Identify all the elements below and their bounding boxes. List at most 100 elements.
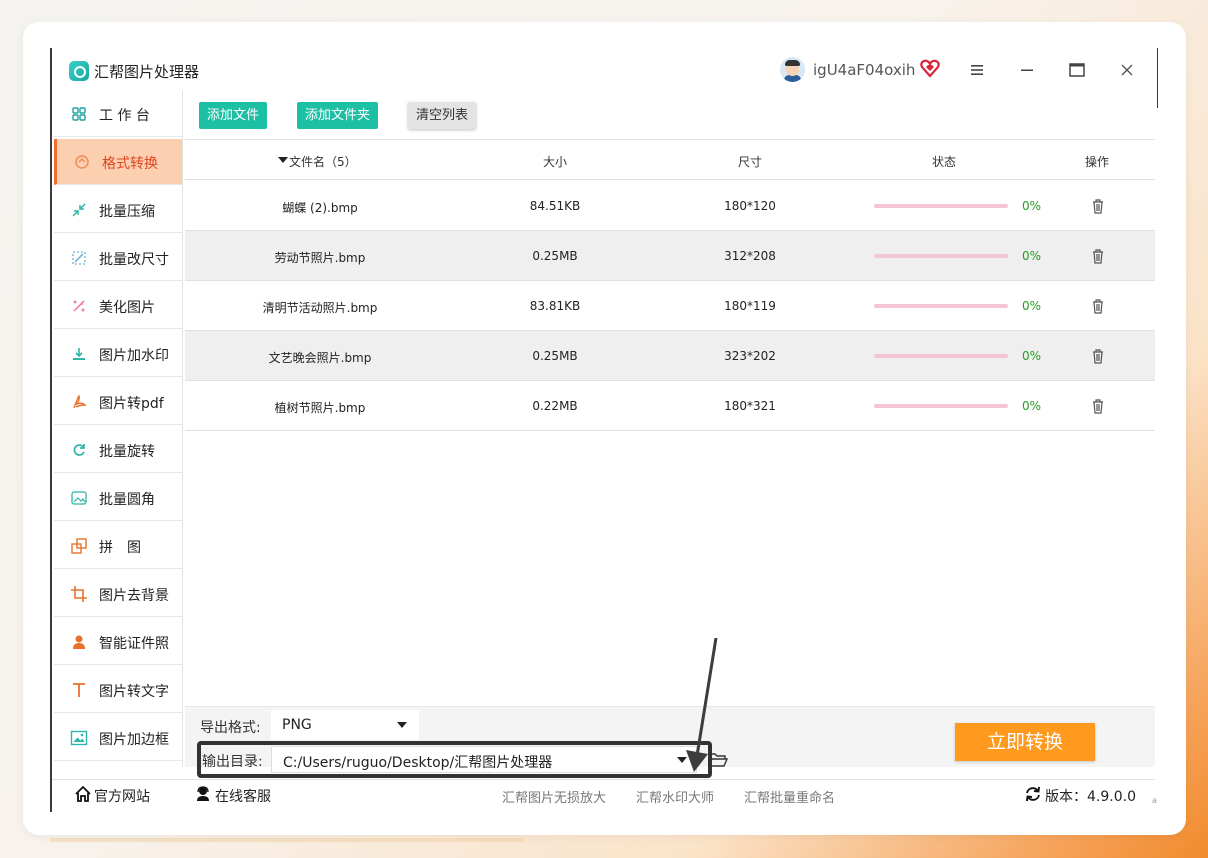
official-website-link[interactable]: 官方网站: [94, 786, 150, 806]
watermark-icon: [73, 348, 85, 360]
minimize-icon[interactable]: [1015, 58, 1039, 82]
round-corner-icon: [71, 491, 87, 505]
file-name: 清明节活动照片.bmp: [262, 301, 378, 315]
id-photo-icon: [73, 635, 85, 649]
output-dir-select[interactable]: C:/Users/ruguo/Desktop/汇帮图片处理器: [271, 746, 697, 773]
file-size: 0.25MB: [532, 249, 578, 263]
output-dir-highlight: 输出目录: C:/Users/ruguo/Desktop/汇帮图片处理器: [197, 741, 712, 778]
sidebar-item-compress[interactable]: 批量压缩: [54, 187, 182, 233]
window-corner-mark: a: [1152, 796, 1157, 805]
username[interactable]: igU4aF04oxih: [813, 61, 915, 79]
table-row[interactable]: 植树节照片.bmp 0.22MB 180*321 0%: [185, 381, 1155, 431]
file-dimensions: 180*119: [724, 299, 776, 313]
table-header: 文件名（5） 大小 尺寸 状态 操作: [185, 141, 1155, 180]
avatar[interactable]: [780, 57, 805, 82]
column-size[interactable]: 大小: [525, 153, 585, 170]
file-size: 83.81KB: [529, 299, 581, 313]
sidebar-item-id-photo[interactable]: 智能证件照: [54, 619, 182, 665]
sidebar-item-puzzle[interactable]: 拼 图: [54, 523, 182, 569]
progress-bar: [874, 304, 1008, 308]
file-size: 0.22MB: [532, 399, 578, 413]
footer-link[interactable]: 汇帮水印大师: [636, 787, 714, 806]
text-icon: [73, 683, 85, 697]
annotation-arrow: [686, 638, 718, 772]
sidebar-item-beautify[interactable]: 美化图片: [54, 283, 182, 329]
column-dimensions[interactable]: 尺寸: [720, 153, 780, 170]
trash-icon[interactable]: [1090, 348, 1106, 364]
export-format-select[interactable]: PNG: [271, 710, 419, 740]
trash-icon[interactable]: [1090, 298, 1106, 314]
sidebar-item-label: 智能证件照: [99, 636, 169, 652]
compress-icon: [72, 203, 86, 217]
hamburger-menu-icon[interactable]: [965, 58, 989, 82]
sidebar-item-add-frame[interactable]: 图片加边框: [54, 715, 182, 761]
trash-icon[interactable]: [1090, 198, 1106, 214]
table-row[interactable]: 劳动节照片.bmp 0.25MB 312*208 0%: [185, 231, 1155, 281]
sidebar-item-label: 图片加水印: [99, 348, 169, 364]
export-format-label: 导出格式:: [200, 720, 261, 736]
heart-diamond-icon[interactable]: [919, 57, 941, 79]
add-folder-button[interactable]: 添加文件夹: [297, 102, 379, 129]
customer-service-icon[interactable]: [194, 785, 212, 803]
sidebar-item-label: 美化图片: [99, 300, 155, 316]
grid-icon: [72, 107, 86, 121]
main-content: 添加文件 添加文件夹 清空列表 文件名（5） 大小 尺寸 状态 操作 蝴蝶 (2…: [185, 91, 1155, 778]
sidebar-item-label: 图片加边框: [99, 732, 169, 748]
sidebar-item-label: 批量旋转: [99, 444, 155, 460]
output-dir-value: C:/Users/ruguo/Desktop/汇帮图片处理器: [283, 755, 553, 771]
progress-percent: 0%: [1022, 199, 1042, 213]
add-file-button[interactable]: 添加文件: [199, 102, 268, 129]
table-row[interactable]: 清明节活动照片.bmp 83.81KB 180*119 0%: [185, 281, 1155, 331]
convert-now-button[interactable]: 立即转换: [955, 723, 1095, 761]
file-size: 0.25MB: [532, 349, 578, 363]
clear-list-button[interactable]: 清空列表: [408, 102, 477, 129]
sidebar-item-workbench[interactable]: 工 作 台: [54, 91, 182, 137]
sidebar-item-label: 拼 图: [99, 540, 141, 556]
sidebar-item-label: 格式转换: [102, 156, 158, 172]
file-dimensions: 180*321: [724, 399, 776, 413]
beautify-icon: [73, 300, 85, 312]
table-row[interactable]: 蝴蝶 (2).bmp 84.51KB 180*120 0%: [185, 181, 1155, 231]
sidebar-item-rotate[interactable]: 批量旋转: [54, 427, 182, 473]
rotate-icon: [73, 444, 85, 456]
trash-icon[interactable]: [1090, 248, 1106, 264]
footer-link[interactable]: 汇帮图片无损放大: [502, 787, 606, 806]
sidebar-item-resize[interactable]: 批量改尺寸: [54, 235, 182, 281]
sidebar-item-remove-bg[interactable]: 图片去背景: [54, 571, 182, 617]
home-icon[interactable]: [74, 785, 92, 803]
sidebar-item-label: 批量圆角: [99, 492, 155, 508]
file-name: 劳动节照片.bmp: [274, 251, 366, 265]
progress-percent: 0%: [1022, 399, 1042, 413]
pdf-icon: [73, 394, 87, 409]
sidebar-item-round-corner[interactable]: 批量圆角: [54, 475, 182, 521]
trash-icon[interactable]: [1090, 398, 1106, 414]
sidebar: 工 作 台 格式转换 批量压缩 批量改尺寸 美化图片 图片加水印 图片转pdf …: [52, 91, 184, 767]
footer-link[interactable]: 汇帮批量重命名: [744, 787, 835, 806]
online-support-link[interactable]: 在线客服: [215, 786, 271, 806]
column-filename[interactable]: 文件名（5）: [289, 153, 389, 170]
footer: 官方网站 在线客服 汇帮图片无损放大 汇帮水印大师 汇帮批量重命名 版本：4.9…: [52, 779, 1155, 812]
toolbar: 添加文件 添加文件夹 清空列表: [185, 91, 1155, 140]
sidebar-item-format-convert[interactable]: 格式转换: [54, 139, 182, 185]
close-icon[interactable]: [1115, 58, 1139, 82]
file-name: 文艺晚会照片.bmp: [268, 351, 372, 365]
sidebar-item-watermark[interactable]: 图片加水印: [54, 331, 182, 377]
progress-bar: [874, 354, 1008, 358]
sidebar-item-label: 批量改尺寸: [99, 252, 169, 268]
puzzle-icon: [71, 538, 87, 554]
progress-percent: 0%: [1022, 299, 1042, 313]
progress-percent: 0%: [1022, 349, 1042, 363]
sidebar-item-label: 批量压缩: [99, 204, 155, 220]
convert-icon: [75, 155, 89, 169]
maximize-icon[interactable]: [1065, 58, 1089, 82]
sidebar-item-to-text[interactable]: 图片转文字: [54, 667, 182, 713]
app-title: 汇帮图片处理器: [94, 63, 200, 81]
file-dimensions: 180*120: [724, 199, 776, 213]
export-panel: 导出格式: PNG 输出目录: C:/Users/ruguo/Desktop/汇…: [185, 706, 1155, 778]
sidebar-item-label: 工 作 台: [99, 108, 150, 124]
crop-icon: [71, 586, 87, 602]
progress-bar: [874, 204, 1008, 208]
sidebar-item-to-pdf[interactable]: 图片转pdf: [54, 379, 182, 425]
refresh-icon[interactable]: [1024, 785, 1042, 803]
table-row[interactable]: 文艺晚会照片.bmp 0.25MB 323*202 0%: [185, 331, 1155, 381]
